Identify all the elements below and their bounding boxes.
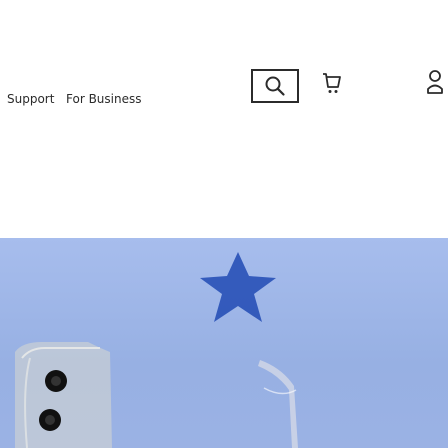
nav-link-for-business[interactable]: For Business <box>66 92 141 106</box>
account-icon[interactable] <box>426 66 444 102</box>
top-navigation-bar: Support For Business <box>0 62 448 124</box>
star-shape <box>200 252 276 322</box>
search-button[interactable] <box>251 69 299 103</box>
search-icon <box>265 76 285 96</box>
hero-banner <box>0 238 448 448</box>
nav-link-support[interactable]: Support <box>7 92 54 106</box>
hero-illustration <box>15 252 298 448</box>
curved-strip <box>258 360 298 448</box>
cart-icon[interactable] <box>322 69 342 103</box>
page: Support For Business <box>0 0 448 448</box>
